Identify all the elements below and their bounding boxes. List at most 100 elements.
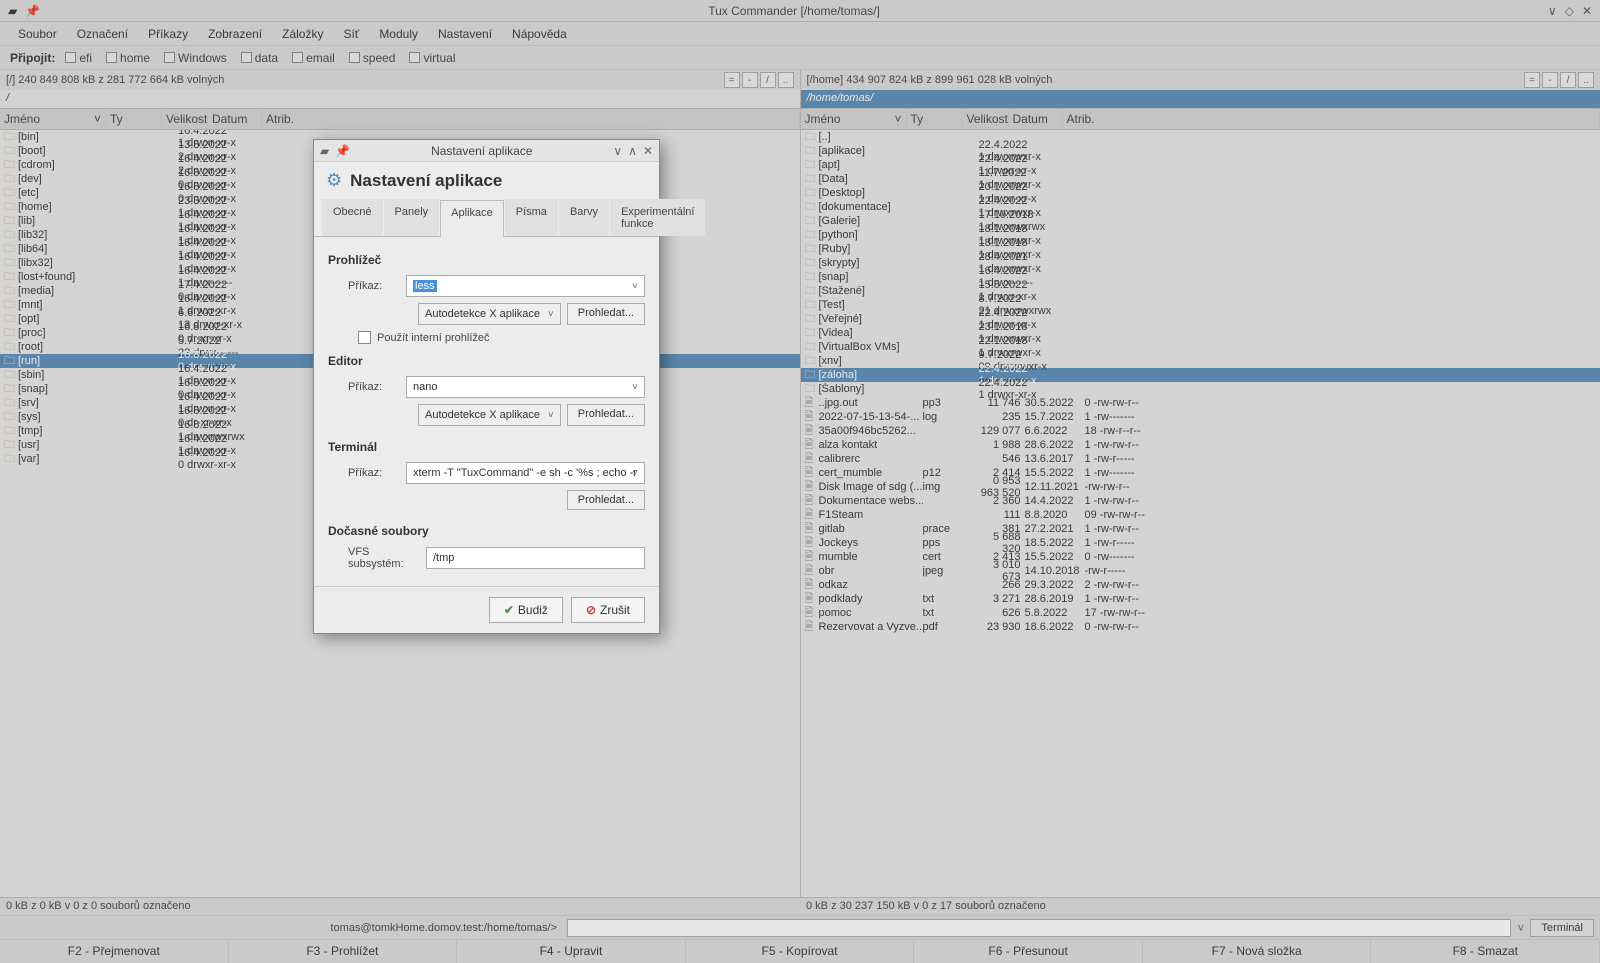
- file-row[interactable]: 🗀[Stažené] 15.8.2022 1 drwxr-xr-x: [801, 284, 1600, 298]
- viewer-autodetect-select[interactable]: Autodetekce X aplikace˅: [418, 303, 561, 325]
- menu-označení[interactable]: Označení: [69, 25, 136, 43]
- cmd-dropdown-icon[interactable]: ˅: [1517, 921, 1524, 935]
- btn-eq[interactable]: =: [724, 72, 740, 88]
- file-row[interactable]: 🗎Rezervovat a Vyzve...pdf23 930 18.6.202…: [801, 620, 1600, 634]
- fkey[interactable]: F8 - Smazat: [1371, 940, 1600, 963]
- btn-dash[interactable]: -: [1542, 72, 1558, 88]
- connect-virtual[interactable]: virtual: [409, 51, 455, 65]
- file-row[interactable]: 🗎Jockeyspps5 688 320 18.5.2022 1 -rw-r--…: [801, 536, 1600, 550]
- file-row[interactable]: 🗎cert_mumblep122 414 15.5.2022 1 -rw----…: [801, 466, 1600, 480]
- terminal-button[interactable]: Terminál: [1530, 919, 1594, 937]
- btn-dots[interactable]: ..: [778, 72, 794, 88]
- tab-experimentální funkce[interactable]: Experimentální funkce: [610, 199, 705, 236]
- file-row[interactable]: 🗀[Šablony] 22.4.2022 1 drwxr-xr-x: [801, 382, 1600, 396]
- file-row[interactable]: 🗀[xnv] 9.7.2022 09 drwxrwxr-x: [801, 354, 1600, 368]
- dialog-min-icon[interactable]: ∨: [613, 144, 622, 158]
- cmd-prompt: tomas@tomkHome.domov.test:/home/tomas/>: [6, 922, 561, 934]
- file-row[interactable]: 🗎mumblecert2 413 15.5.2022 0 -rw-------: [801, 550, 1600, 564]
- tab-písma[interactable]: Písma: [505, 199, 558, 236]
- connect-efi[interactable]: efi: [65, 51, 92, 65]
- menu-síť[interactable]: Síť: [335, 25, 367, 43]
- tab-barvy[interactable]: Barvy: [559, 199, 609, 236]
- file-row[interactable]: 🗀[..]: [801, 130, 1600, 144]
- file-row[interactable]: 🗀[Galerie] 17.10.2018 1 drwxrwxrwx: [801, 214, 1600, 228]
- check-icon: ✔: [504, 603, 514, 617]
- pin-icon[interactable]: 📌: [25, 4, 40, 18]
- file-row[interactable]: 🗎..jpg.outpp311 746 30.5.2022 0 -rw-rw-r…: [801, 396, 1600, 410]
- tab-panely[interactable]: Panely: [384, 199, 440, 236]
- fkey[interactable]: F7 - Nová složka: [1143, 940, 1372, 963]
- editor-browse-button[interactable]: Prohledat...: [567, 404, 645, 426]
- vfs-input[interactable]: /tmp: [426, 547, 645, 569]
- menu-příkazy[interactable]: Příkazy: [140, 25, 196, 43]
- menu-zobrazení[interactable]: Zobrazení: [200, 25, 270, 43]
- viewer-cmd-input[interactable]: less˅: [406, 275, 645, 297]
- tab-obecné[interactable]: Obecné: [322, 199, 383, 236]
- btn-slash[interactable]: /: [760, 72, 776, 88]
- menu-nápověda[interactable]: Nápověda: [504, 25, 575, 43]
- file-row[interactable]: 🗀[dokumentace] 22.4.2022 1 drwxrwxr-x: [801, 200, 1600, 214]
- btn-dash[interactable]: -: [742, 72, 758, 88]
- file-row[interactable]: 🗎Dokumentace webs...2 360 14.4.2022 1 -r…: [801, 494, 1600, 508]
- file-row[interactable]: 🗎F1Steam111 8.8.2020 09 -rw-rw-r--: [801, 508, 1600, 522]
- file-row[interactable]: 🗀[apt] 22.4.2022 1 drwxr-xr-x: [801, 158, 1600, 172]
- close-icon[interactable]: ✕: [1582, 4, 1592, 18]
- file-row[interactable]: 🗎2022-07-15-13-54-...log235 15.7.2022 1 …: [801, 410, 1600, 424]
- dialog-close-icon[interactable]: ✕: [643, 144, 653, 158]
- file-row[interactable]: 🗀[Veřejné] 22.4.2022 1 drwxr-xr-x: [801, 312, 1600, 326]
- use-internal-checkbox[interactable]: [358, 331, 371, 344]
- left-path[interactable]: /: [0, 90, 800, 108]
- ok-button[interactable]: ✔Budiž: [489, 597, 563, 623]
- file-row[interactable]: 🗀[Ruby] 18.1.2018 1 drwxrwxr-x: [801, 242, 1600, 256]
- dialog-pin-icon[interactable]: 📌: [335, 144, 350, 158]
- tab-aplikace[interactable]: Aplikace: [440, 200, 504, 237]
- cancel-button[interactable]: ⊘Zrušit: [571, 597, 645, 623]
- right-path[interactable]: /home/tomas/: [801, 90, 1600, 108]
- connect-data[interactable]: data: [241, 51, 278, 65]
- terminal-cmd-input[interactable]: xterm -T "TuxCommand" -e sh -c '%s ; ech…: [406, 462, 645, 484]
- viewer-browse-button[interactable]: Prohledat...: [567, 303, 645, 325]
- fkey[interactable]: F6 - Přesunout: [914, 940, 1143, 963]
- file-row[interactable]: 🗀[Data] 11.7.2022 1 drwxrwxr-x: [801, 172, 1600, 186]
- file-row[interactable]: 🗎calibrerc546 13.6.2017 1 -rw-r-----: [801, 452, 1600, 466]
- file-row[interactable]: 🗀[snap] 16.4.2022 1 drwx------: [801, 270, 1600, 284]
- dialog-max-icon[interactable]: ∧: [628, 144, 637, 158]
- file-row[interactable]: 🗀[Videa] 23.1.2018 1 drwxrwxr-x: [801, 326, 1600, 340]
- file-row[interactable]: 🗀[python] 18.1.2018 1 drwxrwxr-x: [801, 228, 1600, 242]
- connect-email[interactable]: email: [292, 51, 335, 65]
- editor-autodetect-select[interactable]: Autodetekce X aplikace˅: [418, 404, 561, 426]
- file-row[interactable]: 🗎Disk Image of sdg (...img0 953 963 520 …: [801, 480, 1600, 494]
- fkey[interactable]: F2 - Přejmenovat: [0, 940, 229, 963]
- fkey[interactable]: F4 - Upravit: [457, 940, 686, 963]
- file-row[interactable]: 🗀[záloha] 22.4.2022 1 drwxr-xr-x: [801, 368, 1600, 382]
- file-row[interactable]: 🗎35a00f946bc5262...129 077 6.6.2022 18 -…: [801, 424, 1600, 438]
- connect-Windows[interactable]: Windows: [164, 51, 227, 65]
- menu-moduly[interactable]: Moduly: [371, 25, 426, 43]
- menu-soubor[interactable]: Soubor: [10, 25, 65, 43]
- file-row[interactable]: 🗎odkaz266 29.3.2022 2 -rw-rw-r--: [801, 578, 1600, 592]
- connect-home[interactable]: home: [106, 51, 150, 65]
- menu-nastavení[interactable]: Nastavení: [430, 25, 500, 43]
- connect-speed[interactable]: speed: [349, 51, 396, 65]
- file-row[interactable]: 🗀[Desktop] 20.1.2022 1 drwxr-xr-x: [801, 186, 1600, 200]
- btn-eq[interactable]: =: [1524, 72, 1540, 88]
- minimize-icon[interactable]: ∨: [1548, 4, 1557, 18]
- fkey[interactable]: F3 - Prohlížet: [229, 940, 458, 963]
- file-row[interactable]: 🗀[Test] 8.7.2022 21 drwxrwxrwx: [801, 298, 1600, 312]
- file-row[interactable]: 🗀[aplikace] 22.4.2022 1 drwxrwxr-x: [801, 144, 1600, 158]
- file-row[interactable]: 🗎podkladytxt3 271 28.6.2019 1 -rw-rw-r--: [801, 592, 1600, 606]
- file-row[interactable]: 🗎pomoctxt626 5.8.2022 17 -rw-rw-r--: [801, 606, 1600, 620]
- file-row[interactable]: 🗎obrjpeg3 010 673 14.10.2018 -rw-r-----: [801, 564, 1600, 578]
- fkey[interactable]: F5 - Kopírovat: [686, 940, 915, 963]
- menu-záložky[interactable]: Záložky: [274, 25, 331, 43]
- file-row[interactable]: 🗀[VirtualBox VMs] 22.1.2018 1 drwxrwxr-x: [801, 340, 1600, 354]
- file-row[interactable]: 🗀[skrypty] 28.4.2021 1 drwxrwxr-x: [801, 256, 1600, 270]
- editor-cmd-input[interactable]: nano˅: [406, 376, 645, 398]
- cmd-input[interactable]: [567, 919, 1511, 937]
- btn-dots[interactable]: ..: [1578, 72, 1594, 88]
- terminal-browse-button[interactable]: Prohledat...: [567, 490, 645, 510]
- file-row[interactable]: 🗎alza kontakt1 988 28.6.2022 1 -rw-rw-r-…: [801, 438, 1600, 452]
- file-row[interactable]: 🗎gitlabprace381 27.2.2021 1 -rw-rw-r--: [801, 522, 1600, 536]
- btn-slash[interactable]: /: [1560, 72, 1576, 88]
- maximize-icon[interactable]: ◇: [1565, 4, 1574, 18]
